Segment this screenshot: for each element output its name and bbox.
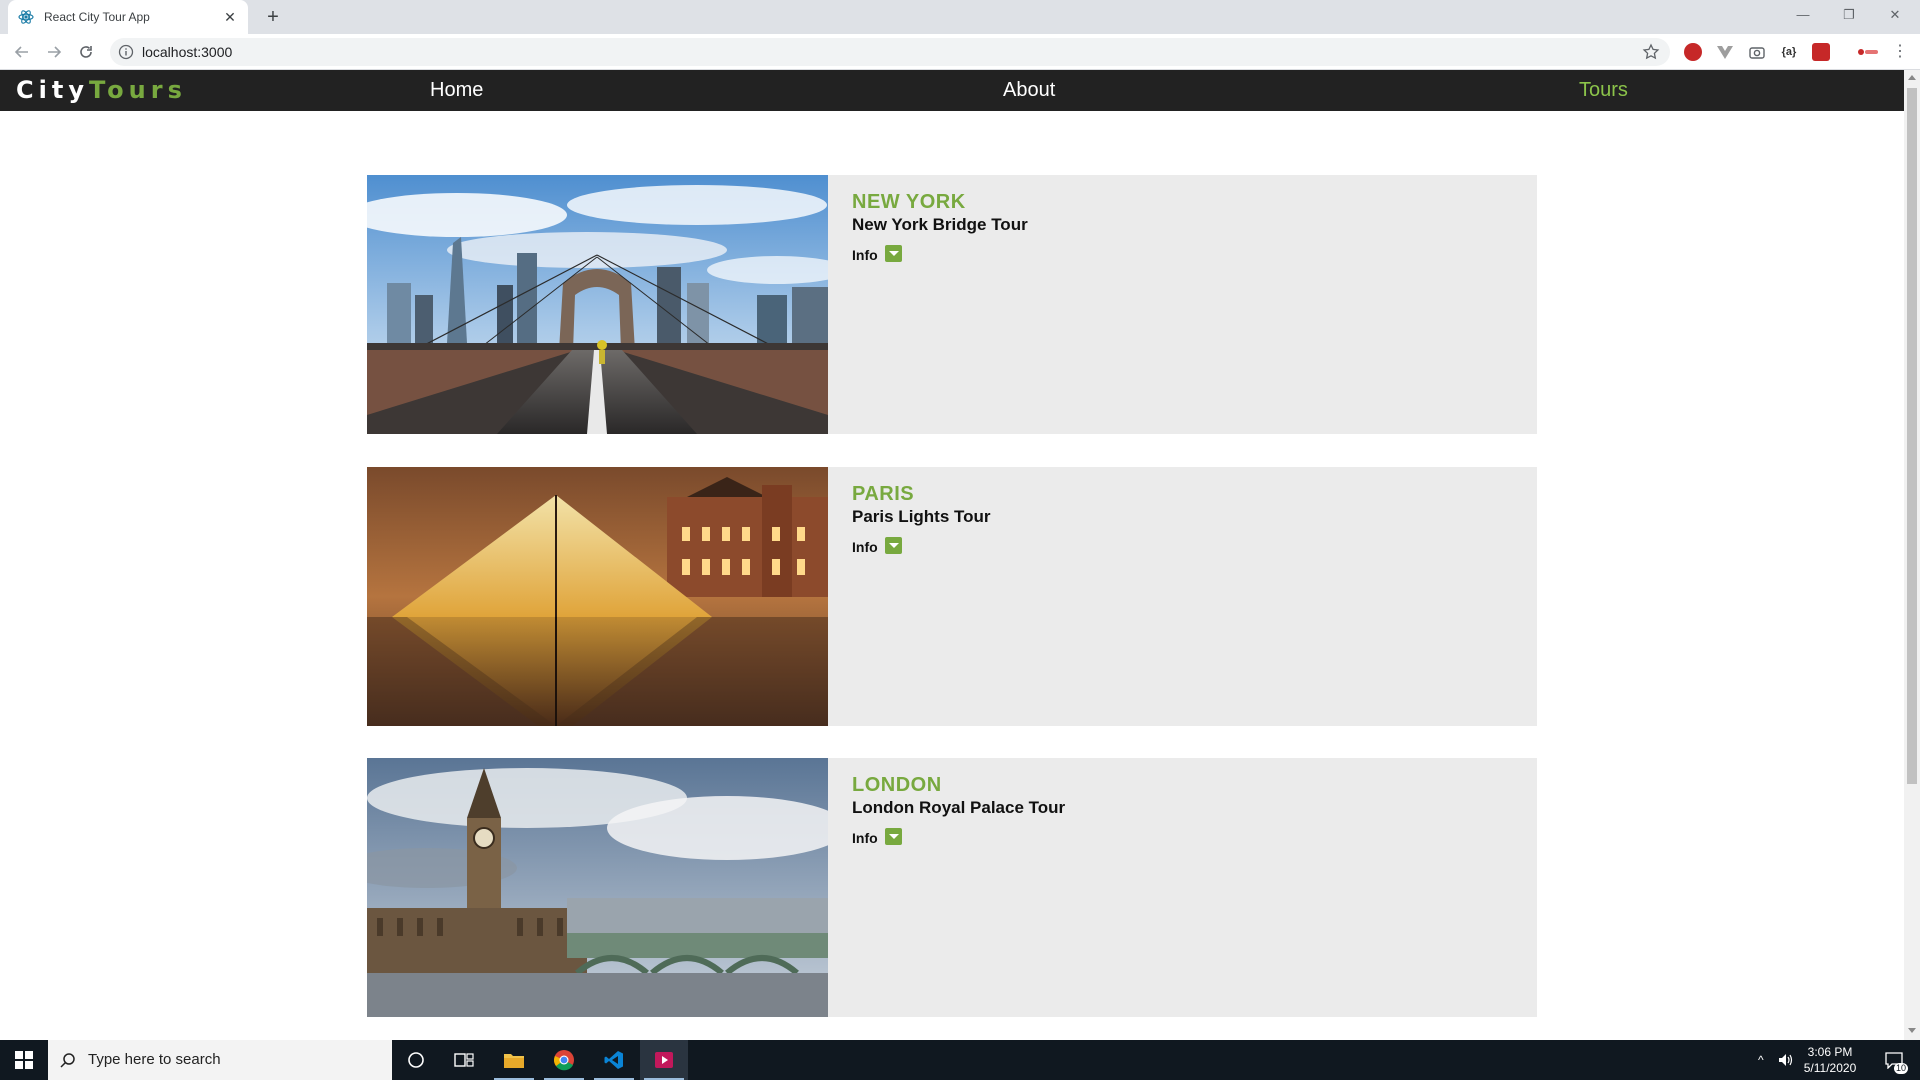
reload-icon[interactable] [74, 40, 98, 64]
info-toggle-caret-icon[interactable] [885, 828, 902, 845]
forward-arrow-icon[interactable] [42, 40, 66, 64]
address-bar[interactable]: localhost:3000 [110, 38, 1670, 66]
vue-devtools-icon[interactable] [1716, 43, 1734, 61]
brand-logo[interactable]: CityTours [16, 70, 187, 111]
red-extension-icon[interactable] [1812, 43, 1830, 61]
new-tab-button[interactable]: + [260, 4, 286, 30]
taskbar-clock[interactable]: 3:06 PM 5/11/2020 [1795, 1044, 1865, 1076]
chrome-icon[interactable] [540, 1040, 588, 1080]
task-view-icon[interactable] [440, 1040, 488, 1080]
browser-toolbar: localhost:3000 {a} ⋮ [0, 34, 1920, 70]
browser-tab-strip: React City Tour App ✕ + — ❐ ✕ [0, 0, 1920, 34]
react-favicon-icon [18, 9, 34, 25]
new-york-bridge-photo [367, 175, 828, 434]
brand-logo-tours: Tours [88, 76, 187, 104]
tour-info-label: Info [852, 830, 878, 846]
restore-window-icon[interactable]: ❐ [1826, 0, 1872, 30]
file-explorer-icon[interactable] [490, 1040, 538, 1080]
tour-card-paris: PARIS Paris Lights Tour Info [367, 467, 1537, 726]
cortana-icon[interactable] [392, 1040, 440, 1080]
colorzilla-extension-icon[interactable] [1856, 43, 1880, 61]
back-arrow-icon[interactable] [10, 40, 34, 64]
info-toggle-caret-icon[interactable] [885, 245, 902, 262]
show-hidden-icons-chevron-icon[interactable]: ^ [1758, 1040, 1764, 1080]
taskbar-search-box[interactable]: Type here to search [48, 1040, 392, 1080]
tour-city: NEW YORK [852, 191, 966, 213]
tour-card-london: LONDON London Royal Palace Tour Info [367, 758, 1537, 1017]
media-app-icon[interactable] [640, 1040, 688, 1080]
action-center-notification-icon[interactable]: 10 [1880, 1040, 1908, 1080]
tour-info-label: Info [852, 539, 878, 555]
json-extension-icon[interactable]: {a} [1780, 43, 1798, 61]
tour-name: New York Bridge Tour [852, 215, 1028, 234]
camera-extension-icon[interactable] [1748, 43, 1766, 61]
site-info-icon[interactable] [118, 44, 134, 60]
scroll-down-arrow-icon[interactable] [1908, 1028, 1916, 1033]
extension-icon[interactable] [1684, 43, 1702, 61]
volume-icon[interactable] [1778, 1040, 1794, 1080]
page-viewport: CityTours Home About Tours NEW YORK New … [0, 70, 1904, 1040]
browser-tab[interactable]: React City Tour App ✕ [8, 0, 248, 34]
london-westminster-photo [367, 758, 828, 1017]
scrollbar-thumb[interactable] [1907, 88, 1917, 784]
nav-link-home[interactable]: Home [430, 70, 483, 111]
close-window-icon[interactable]: ✕ [1872, 0, 1918, 30]
browser-tab-title: React City Tour App [44, 10, 150, 24]
brand-logo-city: City [16, 76, 89, 104]
tour-city: PARIS [852, 483, 915, 505]
chrome-menu-icon[interactable]: ⋮ [1892, 43, 1908, 61]
tour-name: London Royal Palace Tour [852, 798, 1066, 817]
nav-link-tours[interactable]: Tours [1579, 70, 1628, 111]
windows-start-icon[interactable] [0, 1040, 48, 1080]
minimize-window-icon[interactable]: — [1780, 0, 1826, 30]
clock-date: 5/11/2020 [1803, 1061, 1857, 1075]
paris-louvre-photo [367, 467, 828, 726]
scroll-up-arrow-icon[interactable] [1908, 75, 1916, 80]
windows-taskbar: Type here to search ^ 3:06 PM 5/11/2020 … [0, 1040, 1920, 1080]
url-text: localhost:3000 [142, 44, 233, 60]
tour-info-label: Info [852, 247, 878, 263]
search-icon [60, 1052, 76, 1068]
nav-link-about[interactable]: About [1003, 70, 1055, 111]
tour-card-new-york: NEW YORK New York Bridge Tour Info [367, 175, 1537, 434]
close-tab-icon[interactable]: ✕ [222, 9, 238, 26]
taskbar-search-placeholder: Type here to search [88, 1051, 221, 1068]
app-navbar: CityTours Home About Tours [0, 70, 1904, 111]
bookmark-star-icon[interactable] [1642, 43, 1660, 61]
notification-count-badge: 10 [1893, 1063, 1908, 1074]
info-toggle-caret-icon[interactable] [885, 537, 902, 554]
vscode-icon[interactable] [590, 1040, 638, 1080]
tour-city: LONDON [852, 774, 942, 796]
page-scrollbar[interactable] [1904, 70, 1920, 1040]
tour-name: Paris Lights Tour [852, 507, 991, 526]
clock-time: 3:06 PM [1807, 1045, 1853, 1059]
